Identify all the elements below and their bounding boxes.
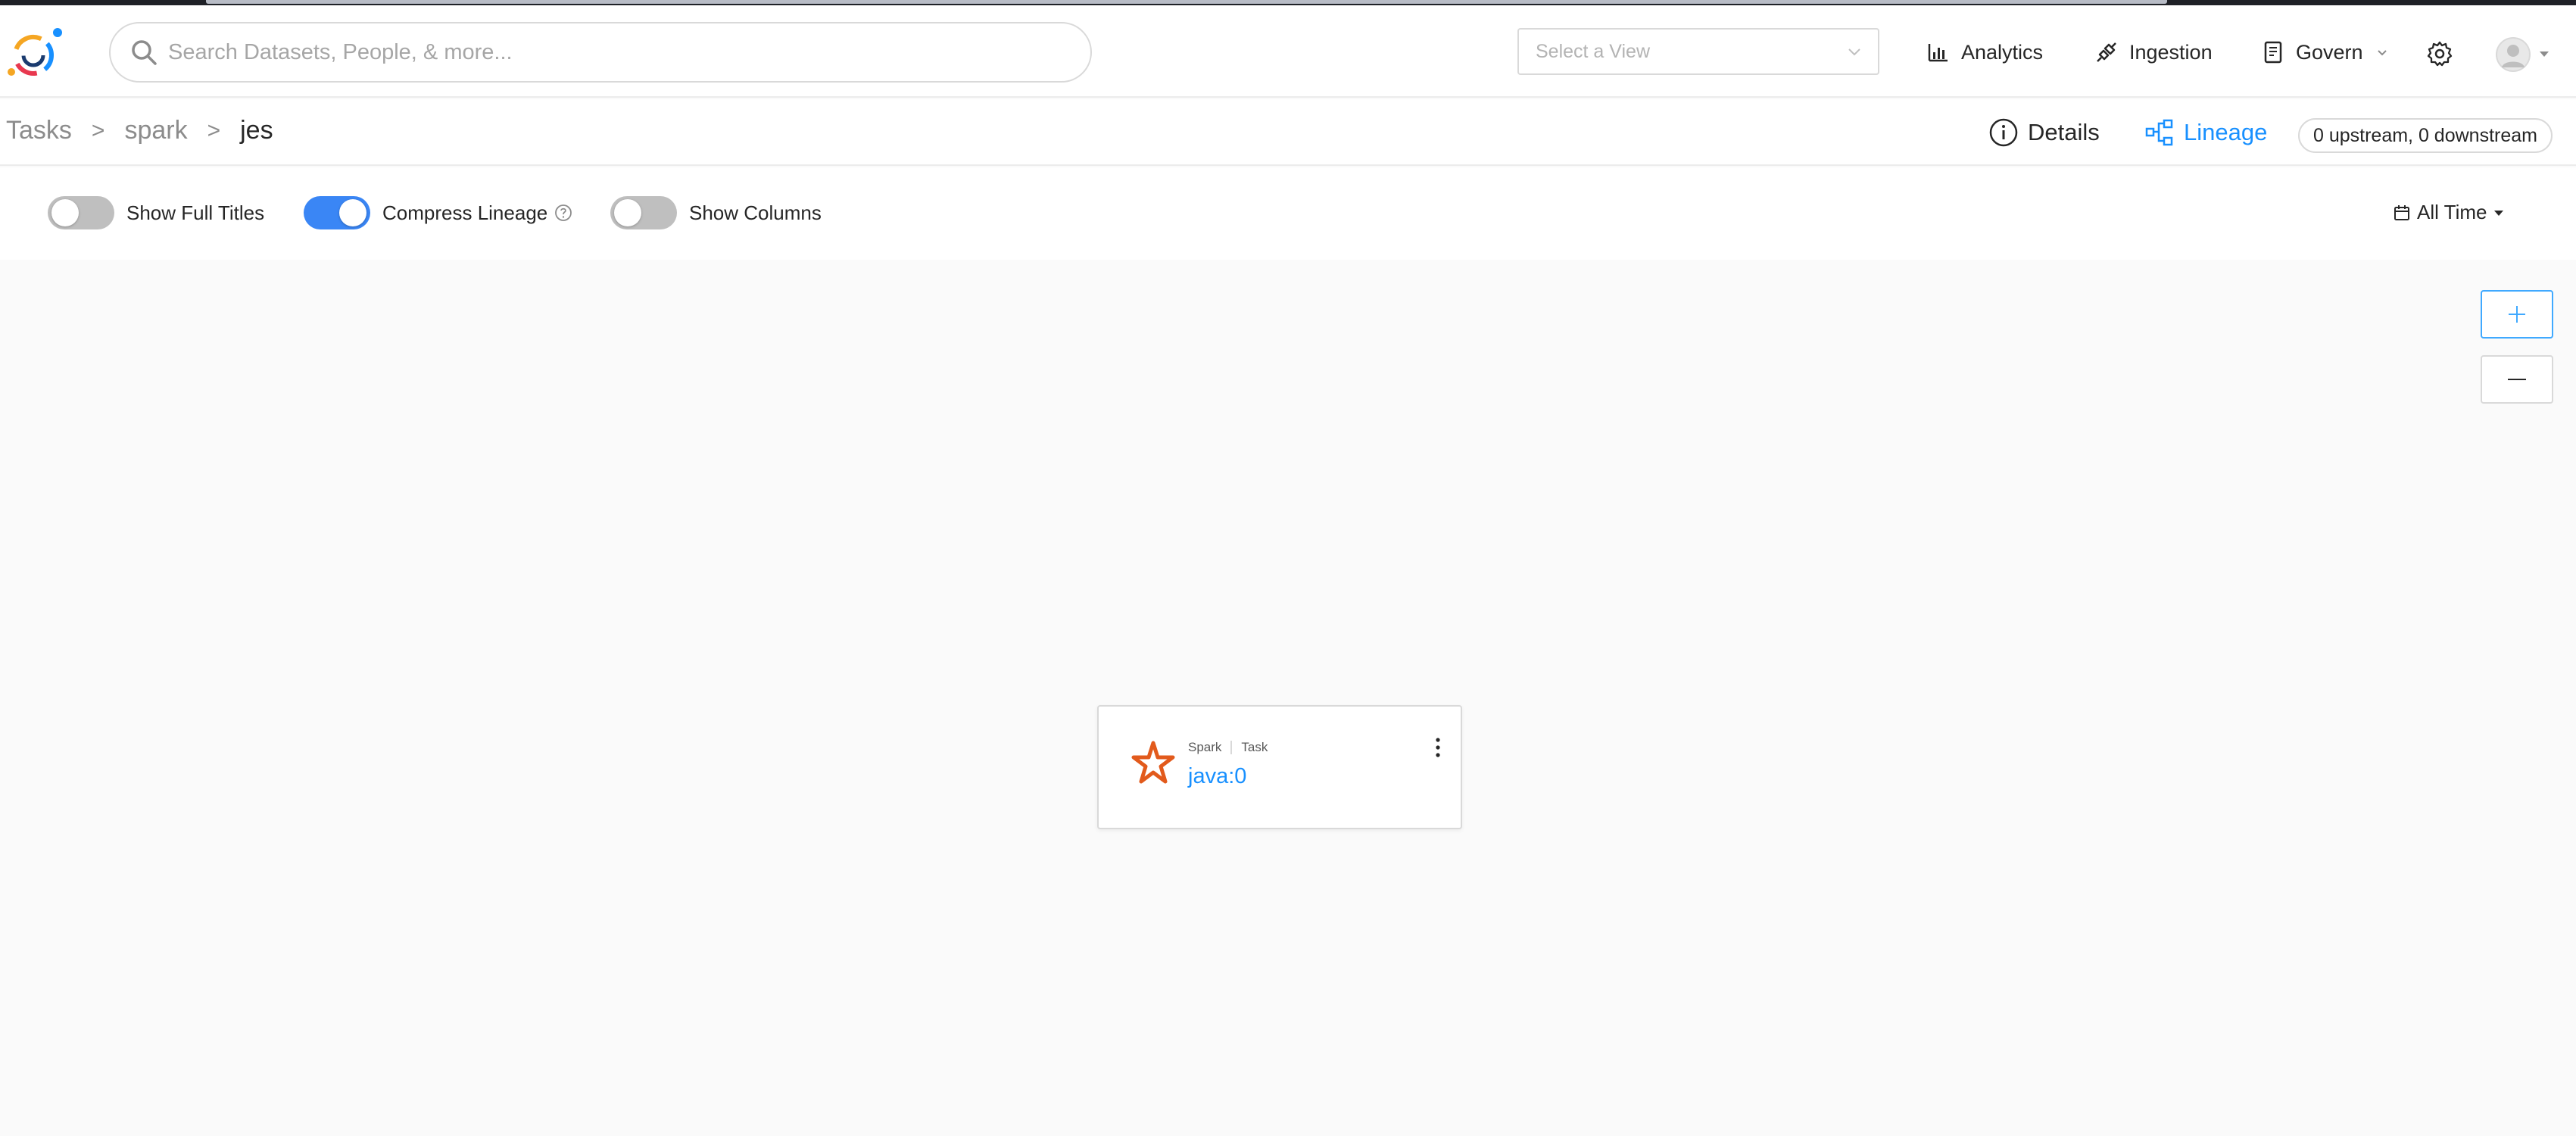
more-options-icon[interactable] [1432,735,1444,760]
breadcrumb-separator: > [91,117,105,143]
logo-icon[interactable] [5,25,65,83]
breadcrumb: Tasks > spark > jes [6,116,273,145]
tab-details[interactable]: Details [1988,117,2100,148]
view-select[interactable]: Select a View [1517,28,1879,75]
search-input[interactable]: Search Datasets, People, & more... [168,40,513,65]
time-filter-label: All Time [2417,201,2487,223]
lineage-canvas[interactable]: Spark Task java:0 [0,260,2576,1136]
breadcrumb-separator: > [207,117,221,143]
plug-icon [2097,42,2116,62]
spark-icon [1131,741,1175,784]
compress-lineage-label: Compress Lineage [382,201,548,224]
breadcrumb-item-spark[interactable]: spark [124,116,187,145]
calendar-icon [2394,204,2409,220]
lineage-controls: Show Full Titles Compress Lineage Show C… [0,167,2576,260]
top-header: Search Datasets, People, & more... Selec… [0,5,2576,98]
book-icon [2264,41,2282,64]
node-meta: Spark Task [1188,740,1268,755]
nav-analytics[interactable]: Analytics [1926,36,2043,69]
node-entity-type: Task [1241,740,1268,754]
chevron-down-icon [1848,48,1860,56]
bar-chart-icon [1928,44,1948,62]
compress-lineage-switch[interactable] [304,196,370,229]
nav-ingestion[interactable]: Ingestion [2094,36,2213,69]
search-icon [132,40,157,65]
show-columns-toggle[interactable]: Show Columns [610,196,822,229]
lineage-node[interactable]: Spark Task java:0 [1097,705,1462,829]
nav-govern-label: Govern [2296,40,2363,64]
zoom-in-button[interactable] [2481,290,2553,339]
chevron-down-icon [2377,50,2387,56]
help-icon[interactable] [554,203,573,223]
meta-divider [1230,741,1233,754]
nav-ingestion-label: Ingestion [2129,40,2213,64]
info-icon [1989,118,2018,147]
search-bar[interactable]: Search Datasets, People, & more... [109,22,1092,83]
zoom-out-button[interactable] [2481,355,2553,404]
node-name-link[interactable]: java:0 [1188,764,1246,789]
browser-top-strip [0,0,2576,5]
compress-lineage-toggle[interactable]: Compress Lineage [304,196,573,229]
caret-down-icon[interactable] [2538,49,2550,58]
minus-icon [2508,379,2526,380]
breadcrumb-item-current: jes [240,116,273,145]
gear-icon[interactable] [2426,40,2453,67]
node-platform: Spark [1188,740,1222,754]
nav-analytics-label: Analytics [1961,40,2044,64]
show-columns-switch[interactable] [610,196,677,229]
lineage-counts-badge: 0 upstream, 0 downstream [2298,118,2553,153]
time-filter-dropdown[interactable]: All Time [2393,201,2505,224]
show-full-titles-switch[interactable] [48,196,114,229]
caret-down-icon [2494,210,2504,216]
scroll-thumb [206,0,2167,4]
entity-subheader: Tasks > spark > jes Details Lineage 0 up… [0,99,2576,166]
tab-details-label: Details [2028,119,2100,145]
tab-lineage-label: Lineage [2184,119,2268,145]
avatar-icon[interactable] [2496,37,2531,72]
breadcrumb-item-tasks[interactable]: Tasks [6,116,72,145]
nav-govern[interactable]: Govern [2261,36,2389,69]
show-columns-label: Show Columns [689,201,822,224]
lineage-counts-text: 0 upstream, 0 downstream [2313,124,2537,146]
lineage-icon [2145,119,2173,146]
plus-icon [2509,306,2525,323]
view-select-placeholder: Select a View [1536,40,1651,62]
tab-lineage[interactable]: Lineage [2144,117,2267,148]
show-full-titles-label: Show Full Titles [126,201,265,224]
show-full-titles-toggle[interactable]: Show Full Titles [48,196,264,229]
